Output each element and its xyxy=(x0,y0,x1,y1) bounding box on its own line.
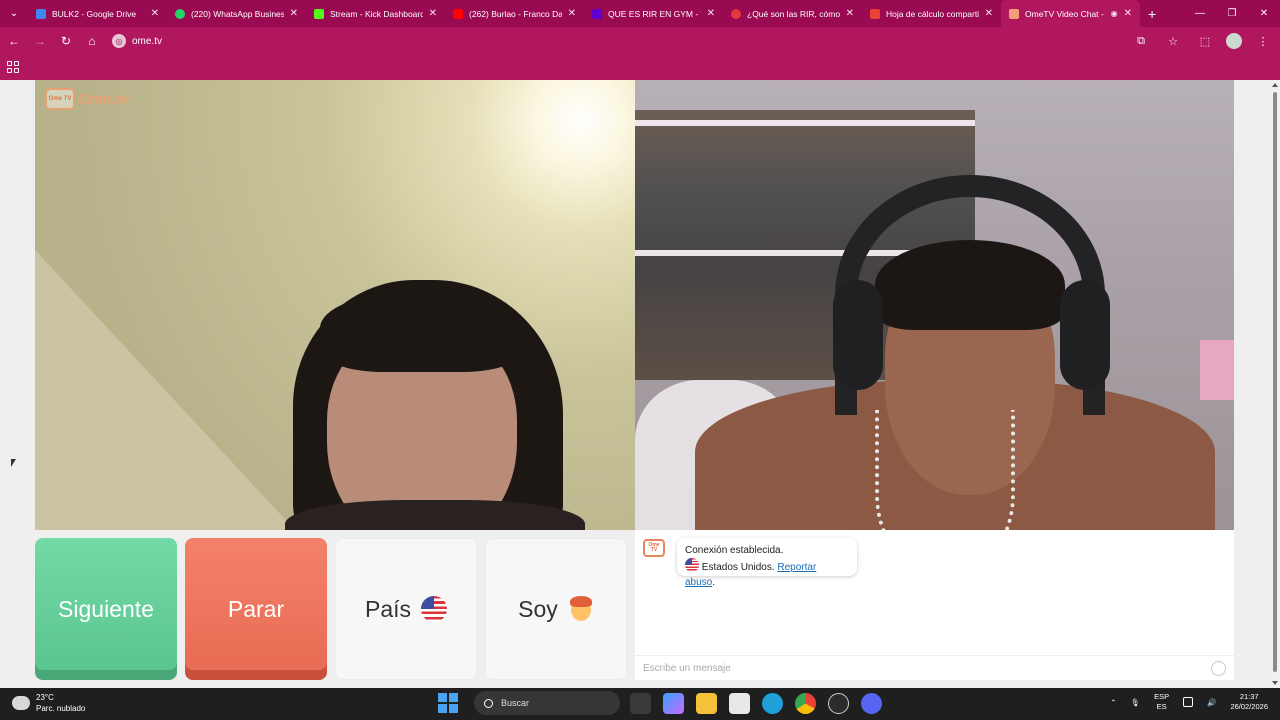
chrome-icon[interactable] xyxy=(795,692,816,714)
ometv-bot-avatar-icon: Ome TV xyxy=(643,539,665,557)
close-tab-icon[interactable]: ✕ xyxy=(429,8,437,19)
file-explorer-icon[interactable] xyxy=(696,692,717,714)
close-tab-icon[interactable]: ✕ xyxy=(707,8,715,19)
menu-kebab-icon[interactable]: ⋮ xyxy=(1252,29,1274,53)
site-info-icon[interactable]: ◎ xyxy=(112,34,126,48)
message-input[interactable] xyxy=(643,662,1183,674)
ometv-logo-icon: Ome TV xyxy=(45,88,75,110)
microphone-icon[interactable]: 🎙 xyxy=(1131,698,1141,707)
forward-arrow-icon[interactable]: → xyxy=(28,29,52,53)
browser-tab[interactable]: BULK2 - Google Drive ✕ xyxy=(28,0,167,27)
chat-panel: Ome TV Conexión establecida. Estados Uni… xyxy=(635,530,1234,680)
taskbar-apps: Buscar xyxy=(438,691,884,715)
scrollbar[interactable] xyxy=(1270,80,1280,688)
extensions-icon[interactable]: ⬚ xyxy=(1194,29,1216,53)
toolbar-actions: ⧉ ☆ ⬚ ⋮ xyxy=(1130,29,1274,53)
chatgpt-icon[interactable] xyxy=(828,692,849,714)
close-tab-icon[interactable]: ✕ xyxy=(846,8,854,19)
close-window-icon[interactable]: ✕ xyxy=(1248,0,1280,27)
tab-search-chevron-icon[interactable]: ⌄ xyxy=(0,0,28,27)
ometv-icon xyxy=(1009,8,1019,19)
boy-emoji-icon xyxy=(568,596,594,622)
next-button[interactable]: Siguiente xyxy=(35,538,177,680)
youtube-icon xyxy=(453,8,463,19)
browser-tab-active[interactable]: OmeTV Video Chat - ◉ ✕ xyxy=(1001,0,1140,27)
stop-button[interactable]: Parar xyxy=(185,538,327,680)
remote-video-feed xyxy=(635,80,1234,530)
bookmarks-bar xyxy=(0,55,1280,80)
system-tray: ⌃ 🎙 ESP ES 🔊 21:37 26/02/2026 xyxy=(1110,692,1268,712)
edge-icon[interactable] xyxy=(762,692,783,714)
us-flag-icon xyxy=(421,596,448,622)
task-view-icon[interactable] xyxy=(630,692,651,714)
kick-icon xyxy=(314,8,324,19)
close-tab-icon[interactable]: ✕ xyxy=(568,8,576,19)
home-icon[interactable]: ⌂ xyxy=(80,29,104,53)
back-arrow-icon[interactable]: ← xyxy=(2,29,26,53)
browser-tab[interactable]: Stream - Kick Dashboard ✕ xyxy=(306,0,445,27)
clock[interactable]: 21:37 26/02/2026 xyxy=(1230,692,1268,712)
search-icon xyxy=(484,698,493,708)
scrollbar-thumb[interactable] xyxy=(1273,92,1277,672)
system-message: Conexión establecida. Estados Unidos. Re… xyxy=(677,538,857,588)
address-bar[interactable]: ◎ ome.tv xyxy=(112,34,162,48)
recording-icon: ◉ xyxy=(1110,9,1118,18)
close-tab-icon[interactable]: ✕ xyxy=(290,8,298,19)
windows-start-icon[interactable] xyxy=(438,693,458,713)
discord-icon[interactable] xyxy=(861,692,882,714)
minimize-icon[interactable]: — xyxy=(1184,0,1216,27)
browser-toolbar: ← → ↻ ⌂ ◎ ome.tv ⧉ ☆ ⬚ ⋮ xyxy=(0,27,1280,55)
close-tab-icon[interactable]: ✕ xyxy=(151,8,159,19)
weather-cloud-icon xyxy=(10,692,30,710)
browser-tab[interactable]: (262) Burlao - Franco Dan ✕ xyxy=(445,0,584,27)
network-icon[interactable] xyxy=(1183,697,1194,707)
browser-tab[interactable]: (220) WhatsApp Business ✕ xyxy=(167,0,306,27)
copilot-icon[interactable] xyxy=(663,692,684,714)
browser-tab[interactable]: QUE ES RIR EN GYM - Yah✕ xyxy=(584,0,723,27)
local-video-feed xyxy=(35,80,635,530)
bookmark-star-icon[interactable]: ☆ xyxy=(1162,29,1184,53)
language-indicator[interactable]: ESP ES xyxy=(1154,692,1169,712)
gender-button[interactable]: Soy xyxy=(485,538,627,680)
url-text[interactable]: ome.tv xyxy=(132,36,162,47)
install-app-icon[interactable]: ⧉ xyxy=(1130,29,1152,53)
emoji-icon[interactable] xyxy=(1211,661,1226,676)
drive-icon xyxy=(36,8,46,19)
mouse-cursor-icon xyxy=(11,459,16,467)
yahoo-icon xyxy=(592,8,602,19)
gmail-icon xyxy=(870,8,880,19)
new-tab-button[interactable]: + xyxy=(1148,6,1156,22)
ometv-logo: Ome TV Ome.tv xyxy=(45,88,129,110)
volume-icon[interactable]: 🔊 xyxy=(1207,698,1216,707)
store-icon[interactable] xyxy=(729,692,750,714)
window-controls: — ❐ ✕ xyxy=(1184,0,1280,27)
taskbar-search[interactable]: Buscar xyxy=(474,691,620,715)
windows-taskbar: 23°C Parc. nublado Buscar ⌃ 🎙 ESP ES 🔊 2… xyxy=(0,688,1280,720)
close-tab-icon[interactable]: ✕ xyxy=(985,8,993,19)
site-icon xyxy=(731,8,741,19)
restore-icon[interactable]: ❐ xyxy=(1216,0,1248,27)
whatsapp-icon xyxy=(175,8,185,19)
country-button[interactable]: País xyxy=(335,538,477,680)
close-tab-icon[interactable]: ✕ xyxy=(1124,8,1132,19)
reload-icon[interactable]: ↻ xyxy=(54,29,78,53)
us-flag-icon xyxy=(685,558,699,572)
apps-grid-icon[interactable] xyxy=(7,61,19,73)
browser-tab[interactable]: Hoja de cálculo comparti ✕ xyxy=(862,0,1001,27)
profile-avatar[interactable] xyxy=(1226,33,1242,49)
message-input-row xyxy=(635,655,1234,680)
browser-tab[interactable]: ¿Qué son las RIR, cómo in ✕ xyxy=(723,0,862,27)
weather-widget[interactable]: 23°C Parc. nublado xyxy=(10,692,85,714)
tray-chevron-icon[interactable]: ⌃ xyxy=(1110,698,1116,707)
tab-strip: ⌄ BULK2 - Google Drive ✕ (220) WhatsApp B… xyxy=(0,0,1280,27)
